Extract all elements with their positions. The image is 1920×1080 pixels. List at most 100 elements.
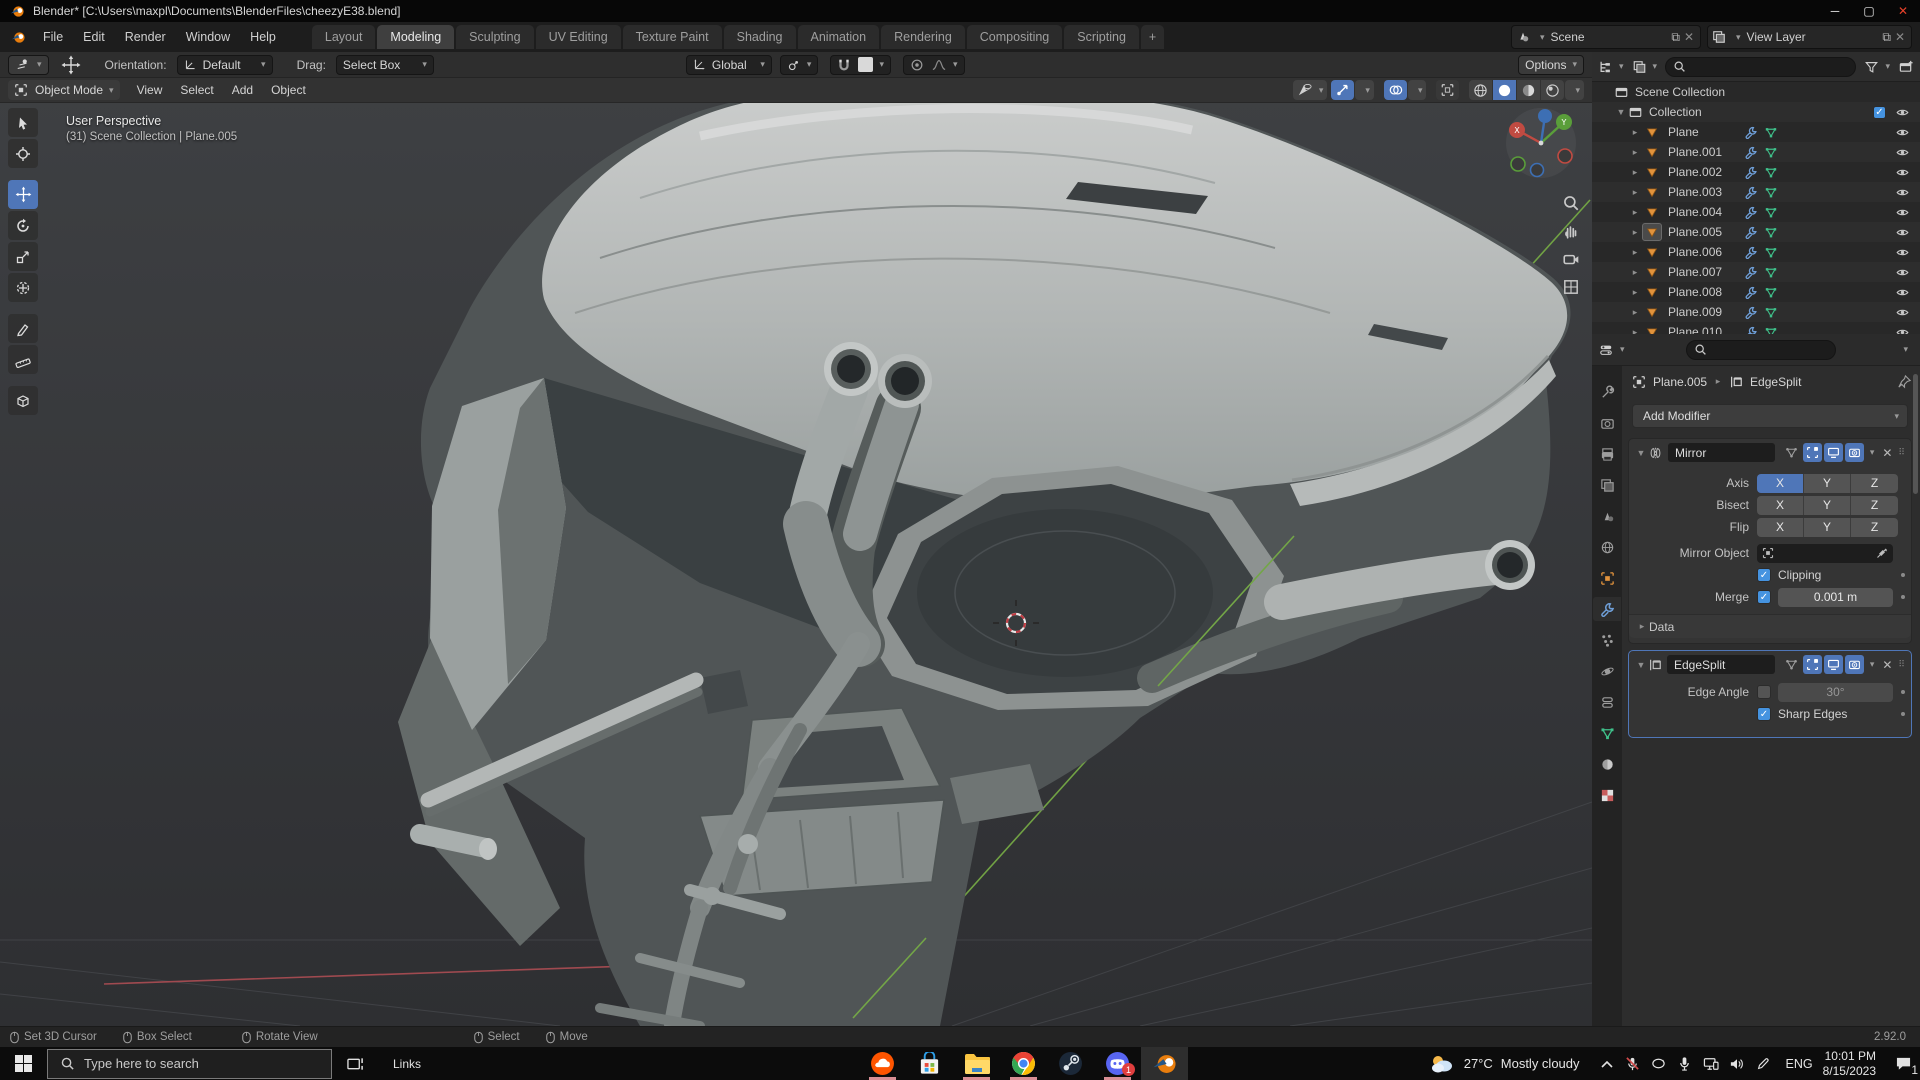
object-name[interactable]: Plane.009 <box>1668 305 1722 319</box>
mesh-object-icon[interactable] <box>1642 223 1662 241</box>
taskbar-app-discord[interactable]: 1 <box>1094 1047 1141 1080</box>
menu-help[interactable]: Help <box>240 26 286 48</box>
tab-material[interactable] <box>1593 752 1621 776</box>
overlays-dropdown[interactable]: ▾ <box>1408 80 1427 100</box>
axis-y-button[interactable]: Y <box>1804 474 1851 493</box>
chevron-down-icon[interactable]: ▾ <box>1903 344 1908 355</box>
delete-view-layer-icon[interactable]: ✕ <box>1895 30 1905 44</box>
sharp-edges-checkbox[interactable]: ✓ <box>1757 707 1771 721</box>
edgesplit-name-field[interactable]: EdgeSplit <box>1667 655 1775 674</box>
expand-arrow-icon[interactable]: ▸ <box>1628 287 1642 298</box>
taskbar-app-chrome[interactable] <box>1000 1047 1047 1080</box>
close-modifier-icon[interactable]: ✕ <box>1882 658 1892 672</box>
mesh-object-icon[interactable] <box>1642 143 1662 161</box>
flip-y-button[interactable]: Y <box>1804 518 1851 537</box>
show-on-cage-toggle[interactable] <box>1782 655 1801 674</box>
modifier-wrench-icon[interactable] <box>1744 166 1758 179</box>
tab-uv-editing[interactable]: UV Editing <box>536 25 621 49</box>
outliner-object-row[interactable]: ▸Plane.007 <box>1592 262 1920 282</box>
expand-arrow-icon[interactable]: ▸ <box>1628 187 1642 198</box>
mesh-object-icon[interactable] <box>1642 243 1662 261</box>
show-in-editmode-toggle[interactable] <box>1803 443 1822 462</box>
new-collection-icon[interactable] <box>1898 59 1914 74</box>
outliner-object-row[interactable]: ▸Plane.002 <box>1592 162 1920 182</box>
object-name[interactable]: Plane <box>1668 125 1699 139</box>
extras-dropdown-icon[interactable]: ▾ <box>1870 447 1875 458</box>
viewport-menu-select[interactable]: Select <box>171 79 222 101</box>
mesh-object-icon[interactable] <box>1642 123 1662 141</box>
object-visibility-dropdown[interactable]: ▾ <box>1293 80 1328 100</box>
new-scene-icon[interactable]: ⧉ <box>1671 30 1680 45</box>
merge-checkbox[interactable]: ✓ <box>1757 590 1771 604</box>
tab-object-data[interactable] <box>1593 721 1621 745</box>
pin-icon[interactable] <box>1897 374 1912 389</box>
expand-arrow-icon[interactable]: ▸ <box>1628 207 1642 218</box>
mesh-data-icon[interactable] <box>1764 226 1778 239</box>
taskbar-app-steam[interactable] <box>1047 1047 1094 1080</box>
shading-wireframe-button[interactable] <box>1469 80 1492 100</box>
outliner-editor-icon[interactable] <box>1598 60 1613 74</box>
taskbar-app-store[interactable] <box>906 1047 953 1080</box>
tab-layout[interactable]: Layout <box>312 25 376 49</box>
tab-modeling[interactable]: Modeling <box>377 25 454 49</box>
data-subpanel-header[interactable]: ▸ Data <box>1629 614 1911 638</box>
add-cube-tool[interactable] <box>8 386 38 415</box>
move-tool[interactable] <box>8 180 38 209</box>
3d-viewport[interactable]: Object Mode ▾ View Select Add Object ▾ ▾… <box>0 78 1592 1026</box>
menu-window[interactable]: Window <box>176 26 240 48</box>
tab-particles[interactable] <box>1593 628 1621 652</box>
mesh-data-icon[interactable] <box>1764 206 1778 219</box>
drag-grip-icon[interactable]: ⠿ <box>1898 659 1906 670</box>
gizmo-dropdown[interactable]: ▾ <box>1355 80 1374 100</box>
mirror-name-field[interactable]: Mirror <box>1668 443 1775 462</box>
modifier-wrench-icon[interactable] <box>1744 246 1758 259</box>
tray-mic-icon[interactable] <box>1672 1047 1698 1080</box>
new-view-layer-icon[interactable]: ⧉ <box>1882 30 1891 45</box>
collapse-arrow-icon[interactable]: ▼ <box>1634 660 1648 670</box>
drag-grip-icon[interactable]: ⠿ <box>1898 447 1906 458</box>
tab-rendering[interactable]: Rendering <box>881 25 965 49</box>
tab-object[interactable] <box>1593 566 1621 590</box>
tab-constraints[interactable] <box>1593 690 1621 714</box>
mesh-data-icon[interactable] <box>1764 286 1778 299</box>
task-view-button[interactable] <box>332 1047 379 1080</box>
outliner-object-row[interactable]: ▸Plane <box>1592 122 1920 142</box>
modifier-wrench-icon[interactable] <box>1744 306 1758 319</box>
object-name[interactable]: Plane.001 <box>1668 145 1722 159</box>
animate-dot[interactable] <box>1901 690 1905 694</box>
show-in-render-toggle[interactable] <box>1845 655 1864 674</box>
collection-checkbox[interactable]: ✓ <box>1873 106 1886 119</box>
measure-tool[interactable] <box>8 345 38 374</box>
mirror-object-field[interactable] <box>1757 544 1893 563</box>
tray-expand-button[interactable] <box>1594 1047 1620 1080</box>
bisect-y-button[interactable]: Y <box>1804 496 1851 515</box>
tab-scripting[interactable]: Scripting <box>1064 25 1139 49</box>
flip-x-button[interactable]: X <box>1757 518 1804 537</box>
pivot-point-dropdown[interactable]: ▾ <box>780 55 819 75</box>
object-name[interactable]: Plane.007 <box>1668 265 1722 279</box>
modifier-wrench-icon[interactable] <box>1744 266 1758 279</box>
show-overlays-toggle[interactable] <box>1384 80 1407 100</box>
object-name[interactable]: Plane.008 <box>1668 285 1722 299</box>
properties-scrollbar[interactable] <box>1913 374 1918 494</box>
bisect-x-button[interactable]: X <box>1757 496 1804 515</box>
navigation-gizmo[interactable]: X Y <box>1504 106 1578 180</box>
outliner-search-input[interactable] <box>1665 57 1856 77</box>
taskbar-app-blender[interactable] <box>1141 1047 1188 1080</box>
modifier-wrench-icon[interactable] <box>1744 226 1758 239</box>
close-modifier-icon[interactable]: ✕ <box>1882 446 1892 460</box>
tab-output[interactable] <box>1593 442 1621 466</box>
properties-search-input[interactable] <box>1686 340 1836 360</box>
object-name[interactable]: Plane.003 <box>1668 185 1722 199</box>
show-in-viewport-toggle[interactable] <box>1824 655 1843 674</box>
xray-toggle[interactable] <box>1436 80 1459 100</box>
modifier-wrench-icon[interactable] <box>1744 186 1758 199</box>
shading-dropdown[interactable]: ▾ <box>1565 80 1584 100</box>
outliner-object-row[interactable]: ▸Plane.004 <box>1592 202 1920 222</box>
show-in-editmode-toggle[interactable] <box>1803 655 1822 674</box>
links-toolbar[interactable]: Links <box>393 1057 421 1071</box>
edge-angle-field[interactable]: 30° <box>1778 683 1893 702</box>
mesh-object-icon[interactable] <box>1642 283 1662 301</box>
tab-tool[interactable] <box>1593 380 1621 404</box>
transform-tool[interactable] <box>8 273 38 302</box>
